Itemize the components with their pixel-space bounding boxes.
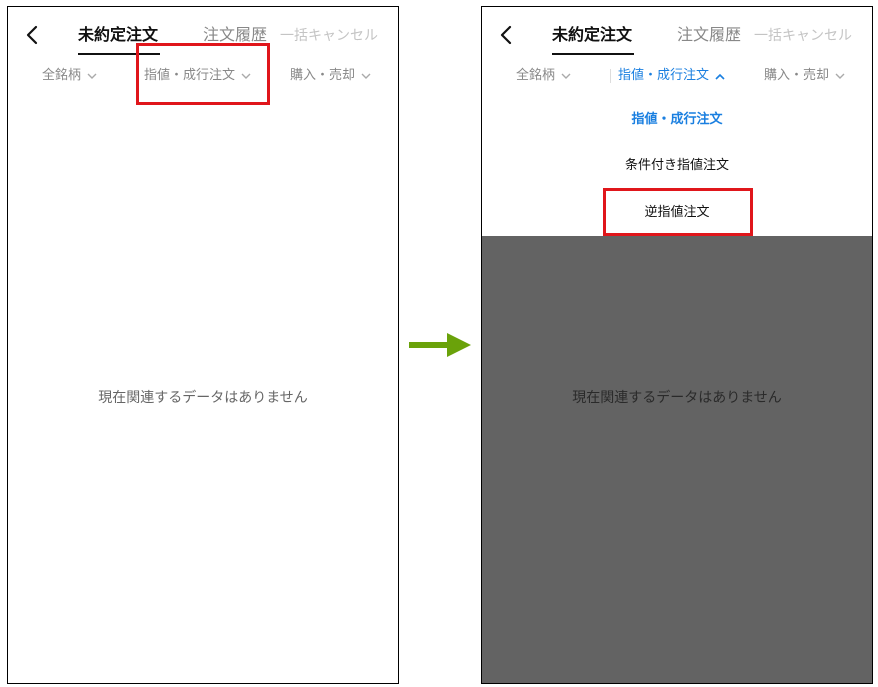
filter-symbol[interactable]: 全銘柄 bbox=[42, 67, 97, 85]
filter-order-type[interactable]: 指値・成行注文 bbox=[618, 67, 725, 85]
filter-side-label: 購入・売却 bbox=[764, 68, 830, 83]
chevron-down-icon bbox=[361, 73, 371, 79]
chevron-left-icon[interactable] bbox=[498, 24, 516, 46]
filter-symbol-label: 全銘柄 bbox=[516, 68, 556, 83]
arrow-right-icon bbox=[409, 333, 471, 357]
cancel-all-button[interactable]: 一括キャンセル bbox=[754, 26, 852, 46]
tab-order-history[interactable]: 注文履歴 bbox=[677, 25, 741, 45]
screen-after: 未約定注文 注文履歴 一括キャンセル 全銘柄 指値・成行注文 購入・売却 指値・… bbox=[481, 6, 873, 684]
chevron-down-icon bbox=[835, 73, 845, 79]
tab-open-orders[interactable]: 未約定注文 bbox=[78, 25, 161, 55]
empty-state-message: 現在関連するデータはありません bbox=[98, 390, 308, 406]
tab-order-history[interactable]: 注文履歴 bbox=[203, 25, 267, 45]
chevron-left-icon[interactable] bbox=[24, 24, 42, 46]
tab-open-orders[interactable]: 未約定注文 bbox=[552, 25, 635, 55]
filter-side[interactable]: 購入・売却 bbox=[290, 67, 371, 85]
cancel-all-button[interactable]: 一括キャンセル bbox=[280, 26, 378, 46]
empty-state-message: 現在関連するデータはありません bbox=[572, 390, 782, 406]
chevron-down-icon bbox=[87, 73, 97, 79]
dim-overlay[interactable]: 現在関連するデータはありません bbox=[482, 236, 872, 683]
chevron-up-icon bbox=[715, 73, 725, 80]
screen-before: 未約定注文 注文履歴 一括キャンセル 全銘柄 指値・成行注文 購入・売却 現在関… bbox=[7, 6, 399, 684]
filter-side-label: 購入・売却 bbox=[290, 68, 356, 83]
filter-order-type-label: 指値・成行注文 bbox=[618, 68, 710, 83]
highlight-box-order-type-filter bbox=[136, 43, 270, 105]
highlight-box-stop-order bbox=[603, 188, 753, 236]
filter-symbol-label: 全銘柄 bbox=[42, 68, 82, 83]
filter-side[interactable]: 購入・売却 bbox=[764, 67, 845, 85]
filter-divider bbox=[610, 69, 611, 83]
filter-symbol[interactable]: 全銘柄 bbox=[516, 67, 571, 85]
menu-item-conditional-limit[interactable]: 条件付き指値注文 bbox=[482, 157, 872, 175]
chevron-down-icon bbox=[561, 73, 571, 79]
menu-item-limit-market[interactable]: 指値・成行注文 bbox=[482, 111, 872, 129]
